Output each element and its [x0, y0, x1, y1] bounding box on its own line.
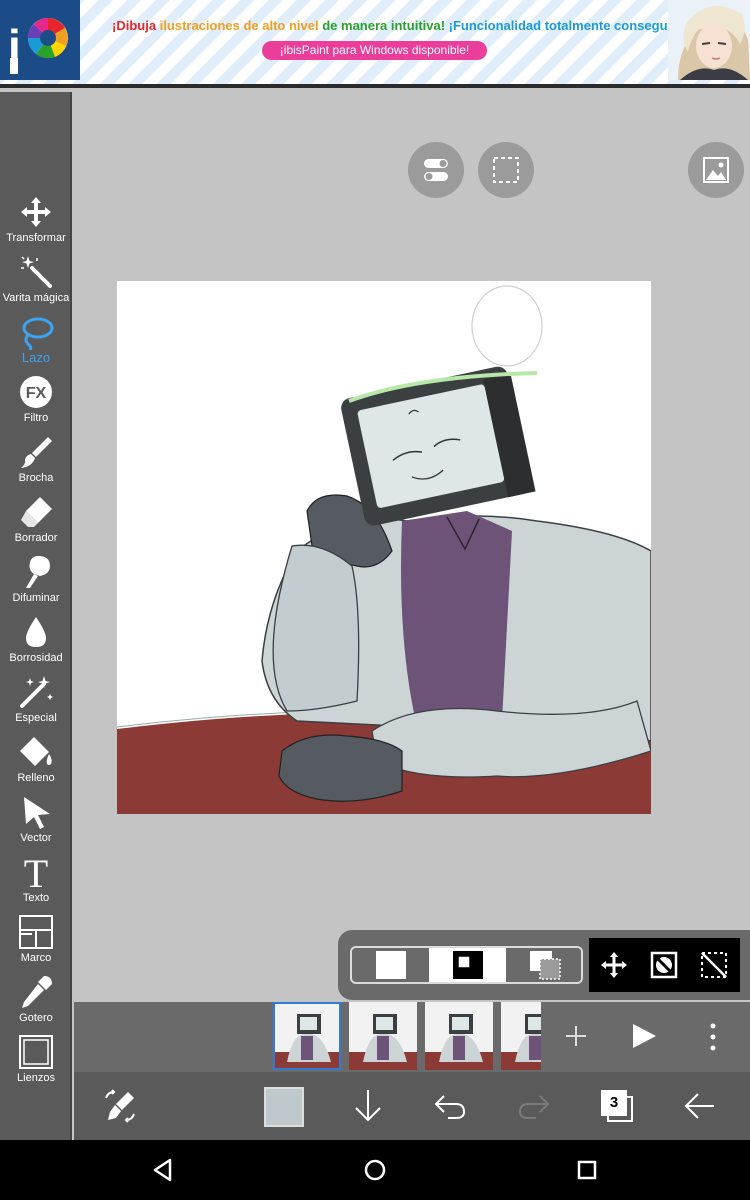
image-icon — [703, 157, 729, 183]
nav-back-icon[interactable] — [148, 1155, 178, 1185]
tool-difuminar[interactable]: Difuminar — [0, 552, 72, 612]
tool-label: Especial — [15, 712, 57, 724]
lasso-icon — [22, 317, 54, 350]
ibispaint-logo: i — [0, 0, 80, 80]
selection-mode-normal[interactable] — [352, 948, 429, 982]
tool-label: Difuminar — [12, 592, 60, 604]
tool-texto[interactable]: T Texto — [0, 852, 72, 912]
artwork-illustration — [117, 281, 651, 814]
ad-headline: ¡Dibuja ilustraciones de alto nivel de m… — [112, 18, 691, 33]
frame-thumbnail[interactable] — [501, 1002, 541, 1070]
dashed-selection-icon — [493, 157, 519, 183]
smudge-icon — [26, 556, 50, 588]
drawing-canvas[interactable] — [117, 281, 651, 814]
redo-icon[interactable] — [514, 1086, 554, 1126]
toggle-settings-button[interactable] — [408, 142, 464, 198]
svg-text:FX: FX — [26, 385, 47, 402]
tool-lienzos[interactable]: Lienzos — [0, 1032, 72, 1092]
tool-marco[interactable]: Marco — [0, 912, 72, 972]
brush-icon — [21, 437, 52, 468]
tool-sidebar: Transformar Varita mágica Lazo FX Filtro… — [0, 92, 72, 1140]
ad-headline-part3: de manera intuitiva! — [322, 18, 449, 33]
frame-divider-icon — [19, 915, 53, 949]
tool-label: Texto — [22, 892, 50, 904]
ad-windows-button[interactable]: ¡ibisPaint para Windows disponible! — [262, 41, 487, 60]
sparkle-wand-icon — [20, 676, 53, 708]
add-frame-icon[interactable] — [564, 1024, 588, 1048]
play-icon[interactable] — [630, 1022, 658, 1050]
ibispaint-app: i ¡Dibuja ilustraciones de alto nivel de… — [0, 0, 750, 1200]
blur-drop-icon — [26, 617, 46, 647]
selection-mode-invert[interactable] — [429, 948, 506, 982]
magic-wand-icon — [21, 256, 52, 288]
selection-mode-group — [350, 946, 583, 984]
tool-relleno[interactable]: Relleno — [0, 732, 72, 792]
ad-headline-part4: ¡Funcionalidad totalmente conseguida! — [448, 18, 691, 33]
tool-label: Filtro — [23, 412, 49, 424]
move-selection-icon[interactable] — [599, 950, 629, 980]
tool-label: Borrosidad — [9, 652, 63, 664]
tool-borrador[interactable]: Borrador — [0, 492, 72, 552]
tool-gotero[interactable]: Gotero — [0, 972, 72, 1032]
back-arrow-icon[interactable] — [680, 1086, 720, 1126]
move-arrows-icon — [21, 197, 51, 227]
tool-label: Lienzos — [17, 1072, 55, 1084]
down-arrow-icon[interactable] — [348, 1086, 388, 1126]
selection-toolbar — [338, 930, 750, 1000]
ad-character-image — [668, 0, 750, 80]
bottom-toolbar: 3 — [74, 1072, 750, 1140]
frame-thumbnail[interactable] — [273, 1002, 341, 1070]
tool-especial[interactable]: Especial — [0, 672, 72, 732]
tool-varita-magica[interactable]: Varita mágica — [0, 252, 72, 312]
undo-icon[interactable] — [430, 1086, 470, 1126]
frame-thumbnail[interactable] — [349, 1002, 417, 1070]
fill-bucket-icon — [20, 737, 52, 766]
tool-label: Varita mágica — [2, 292, 70, 304]
eyedropper-icon — [22, 976, 52, 1008]
tool-borrosidad[interactable]: Borrosidad — [0, 612, 72, 672]
brush-settings-icon[interactable] — [100, 1086, 140, 1126]
tool-lazo[interactable]: Lazo — [0, 312, 72, 372]
fx-icon: FX — [20, 376, 52, 408]
ad-banner[interactable]: i ¡Dibuja ilustraciones de alto nivel de… — [0, 0, 750, 88]
invert-selection-icon — [453, 951, 483, 979]
selection-mode-subtract[interactable] — [506, 948, 581, 982]
tool-brocha[interactable]: Brocha — [0, 432, 72, 492]
tool-label: Relleno — [17, 772, 55, 784]
vector-cursor-icon — [24, 797, 50, 829]
current-color-swatch[interactable] — [264, 1087, 304, 1127]
tool-label: Transformar — [6, 232, 66, 244]
tool-filtro[interactable]: FX Filtro — [0, 372, 72, 432]
svg-text:T: T — [24, 854, 48, 890]
text-icon: T — [24, 854, 48, 890]
canvas-area[interactable] — [74, 92, 750, 1002]
toggle-switches-icon — [424, 159, 448, 181]
layers-button[interactable]: 3 — [601, 1090, 627, 1116]
tool-label: Brocha — [18, 472, 54, 484]
eraser-icon — [21, 497, 52, 527]
frames-strip — [74, 1002, 750, 1072]
tool-label: Vector — [20, 832, 52, 844]
tool-transformar[interactable]: Transformar — [0, 192, 72, 252]
tool-label: Marco — [20, 952, 52, 964]
android-nav-bar — [0, 1140, 750, 1200]
nav-home-icon[interactable] — [360, 1155, 390, 1185]
reference-image-button[interactable] — [688, 142, 744, 198]
canvas-icon — [19, 1035, 53, 1069]
tool-label: Lazo — [21, 350, 51, 365]
frame-thumbnail[interactable] — [425, 1002, 493, 1070]
selection-area-button[interactable] — [478, 142, 534, 198]
more-options-icon[interactable] — [708, 1022, 718, 1052]
ad-headline-part2: ilustraciones de alto nivel — [159, 18, 323, 33]
ad-headline-part1: ¡Dibuja — [112, 18, 160, 33]
selection-actions — [589, 938, 740, 992]
subtract-selection-icon — [530, 951, 561, 980]
tool-label: Borrador — [14, 532, 58, 544]
tool-label: Gotero — [19, 1012, 53, 1024]
tool-vector[interactable]: Vector — [0, 792, 72, 852]
nav-recents-icon[interactable] — [572, 1155, 602, 1185]
clear-selection-icon[interactable] — [699, 950, 729, 980]
invert-mask-icon[interactable] — [649, 950, 679, 980]
